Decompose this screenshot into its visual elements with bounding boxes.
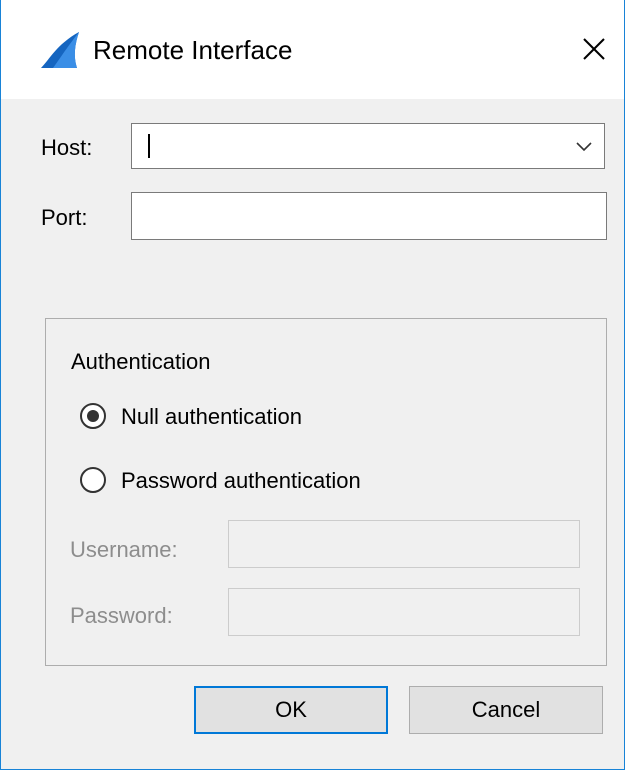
host-label: Host: bbox=[41, 135, 93, 160]
radio-selected-dot bbox=[87, 410, 99, 422]
close-button[interactable] bbox=[564, 22, 624, 76]
port-input[interactable] bbox=[131, 192, 607, 240]
window-title: Remote Interface bbox=[93, 35, 293, 65]
chevron-down-icon[interactable] bbox=[574, 136, 594, 156]
password-auth-radio[interactable] bbox=[80, 467, 106, 493]
host-combobox[interactable] bbox=[131, 123, 605, 169]
close-icon bbox=[583, 38, 605, 60]
null-auth-label[interactable]: Null authentication bbox=[121, 402, 302, 432]
cancel-button[interactable]: Cancel bbox=[409, 686, 603, 734]
password-label: Password: bbox=[70, 603, 173, 628]
port-label: Port: bbox=[41, 205, 88, 230]
password-auth-label[interactable]: Password authentication bbox=[121, 466, 361, 496]
title-bar: Remote Interface bbox=[1, 0, 624, 99]
null-auth-radio[interactable] bbox=[80, 403, 106, 429]
ok-button[interactable]: OK bbox=[194, 686, 388, 734]
username-label: Username: bbox=[70, 537, 178, 562]
authentication-group-title: Authentication bbox=[71, 349, 211, 374]
password-input bbox=[228, 588, 580, 636]
shark-fin-icon bbox=[41, 32, 79, 68]
remote-interface-dialog: Remote Interface Host: Port: Authenticat… bbox=[0, 0, 625, 770]
text-caret bbox=[148, 134, 150, 158]
username-input bbox=[228, 520, 580, 568]
